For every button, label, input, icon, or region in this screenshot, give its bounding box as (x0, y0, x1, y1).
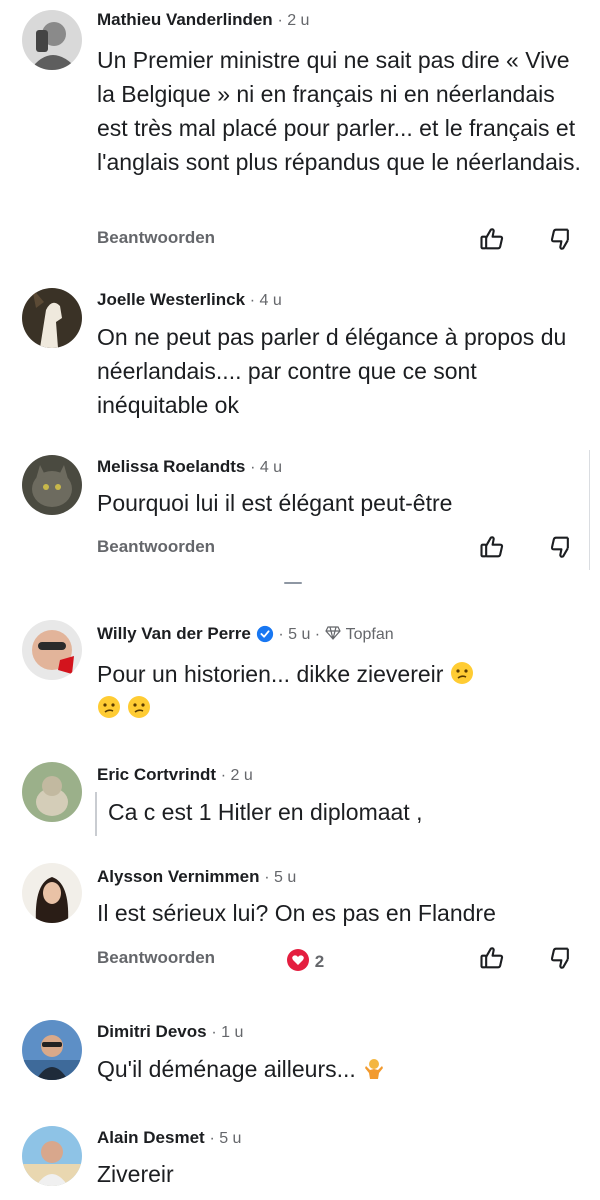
comment-header: Dimitri Devos · 1 u (97, 1022, 243, 1042)
verified-badge-icon (256, 625, 273, 643)
thumbs-up-icon[interactable] (478, 225, 506, 253)
person-shrugging-icon (365, 1059, 384, 1079)
comment-text: Ca c est 1 Hitler en diplomaat , (108, 799, 423, 825)
author-name[interactable]: Mathieu Vanderlinden (97, 10, 273, 29)
thumbs-down-icon[interactable] (548, 225, 576, 253)
thread-divider (284, 582, 302, 584)
comment-text-content: Qu'il déménage ailleurs... (97, 1056, 356, 1082)
confused-face-icon (128, 696, 151, 718)
author-name[interactable]: Melissa Roelandts (97, 457, 245, 476)
author-name[interactable]: Eric Cortvrindt (97, 765, 216, 784)
comment-text: Pour un historien... dikke zievereir (97, 657, 587, 725)
comment-header: Alysson Vernimmen · 5 u (97, 867, 296, 887)
comment-text-content: Pour un historien... dikke zievereir (97, 661, 444, 687)
avatar[interactable] (22, 863, 82, 923)
avatar[interactable] (22, 1126, 82, 1186)
reaction-summary[interactable]: 2 (286, 948, 324, 972)
author-name[interactable]: Dimitri Devos (97, 1022, 207, 1041)
comment-header: Mathieu Vanderlinden · 2 u (97, 10, 309, 30)
reply-button[interactable]: Beantwoorden (97, 948, 215, 968)
author-name[interactable]: Alain Desmet (97, 1128, 205, 1147)
comment-time[interactable]: · 2 u (221, 767, 253, 784)
comment-text: Pourquoi lui il est élégant peut-être (97, 490, 453, 516)
comment-header: Alain Desmet · 5 u (97, 1128, 241, 1148)
reply-button[interactable]: Beantwoorden (97, 537, 215, 557)
comment-time[interactable]: · 5 u (209, 1130, 241, 1147)
avatar[interactable] (22, 288, 82, 348)
confused-face-icon (98, 696, 120, 718)
avatar[interactable] (22, 1020, 82, 1080)
thumbs-up-icon[interactable] (478, 533, 506, 561)
comment-header: Joelle Westerlinck · 4 u (97, 290, 282, 310)
comment-text: Un Premier ministre qui ne sait pas dire… (97, 47, 581, 175)
comment-time[interactable]: · 2 u (277, 12, 309, 29)
comment-time[interactable]: · 1 u (211, 1024, 243, 1041)
heart-reaction-icon (287, 949, 309, 971)
comment-time[interactable]: · 5 u (264, 869, 296, 886)
confused-face-icon (450, 662, 473, 684)
comment-time[interactable]: · 5 u · (278, 626, 320, 643)
thumbs-down-icon[interactable] (548, 533, 576, 561)
comment-text: Zivereir (97, 1161, 174, 1187)
comment-text: Il est sérieux lui? On es pas en Flandre (97, 900, 496, 926)
thumbs-up-icon[interactable] (478, 944, 506, 972)
avatar[interactable] (22, 762, 82, 822)
avatar[interactable] (22, 455, 82, 515)
comment-header: Melissa Roelandts · 4 u (97, 457, 282, 477)
comment-text: Qu'il déménage ailleurs... (97, 1052, 587, 1086)
reaction-count: 2 (314, 952, 325, 971)
comment-time[interactable]: · 4 u (250, 459, 282, 476)
reply-button[interactable]: Beantwoorden (97, 228, 215, 248)
comment-time[interactable]: · 4 u (250, 292, 282, 309)
thread-line (589, 450, 590, 570)
author-name[interactable]: Joelle Westerlinck (97, 290, 245, 309)
author-name[interactable]: Alysson Vernimmen (97, 867, 260, 886)
thumbs-down-icon[interactable] (548, 944, 576, 972)
comment-header: Eric Cortvrindt · 2 u (97, 765, 253, 785)
comment-text: On ne peut pas parler d élégance à propo… (97, 324, 567, 418)
quote-bar (95, 792, 97, 836)
avatar[interactable] (22, 620, 82, 680)
topfan-badge: Topfan (345, 626, 394, 643)
diamond-icon (325, 626, 341, 640)
comment-header: Willy Van der Perre · 5 u · Topfan (97, 624, 394, 644)
avatar[interactable] (22, 10, 82, 70)
author-name[interactable]: Willy Van der Perre (97, 624, 251, 643)
